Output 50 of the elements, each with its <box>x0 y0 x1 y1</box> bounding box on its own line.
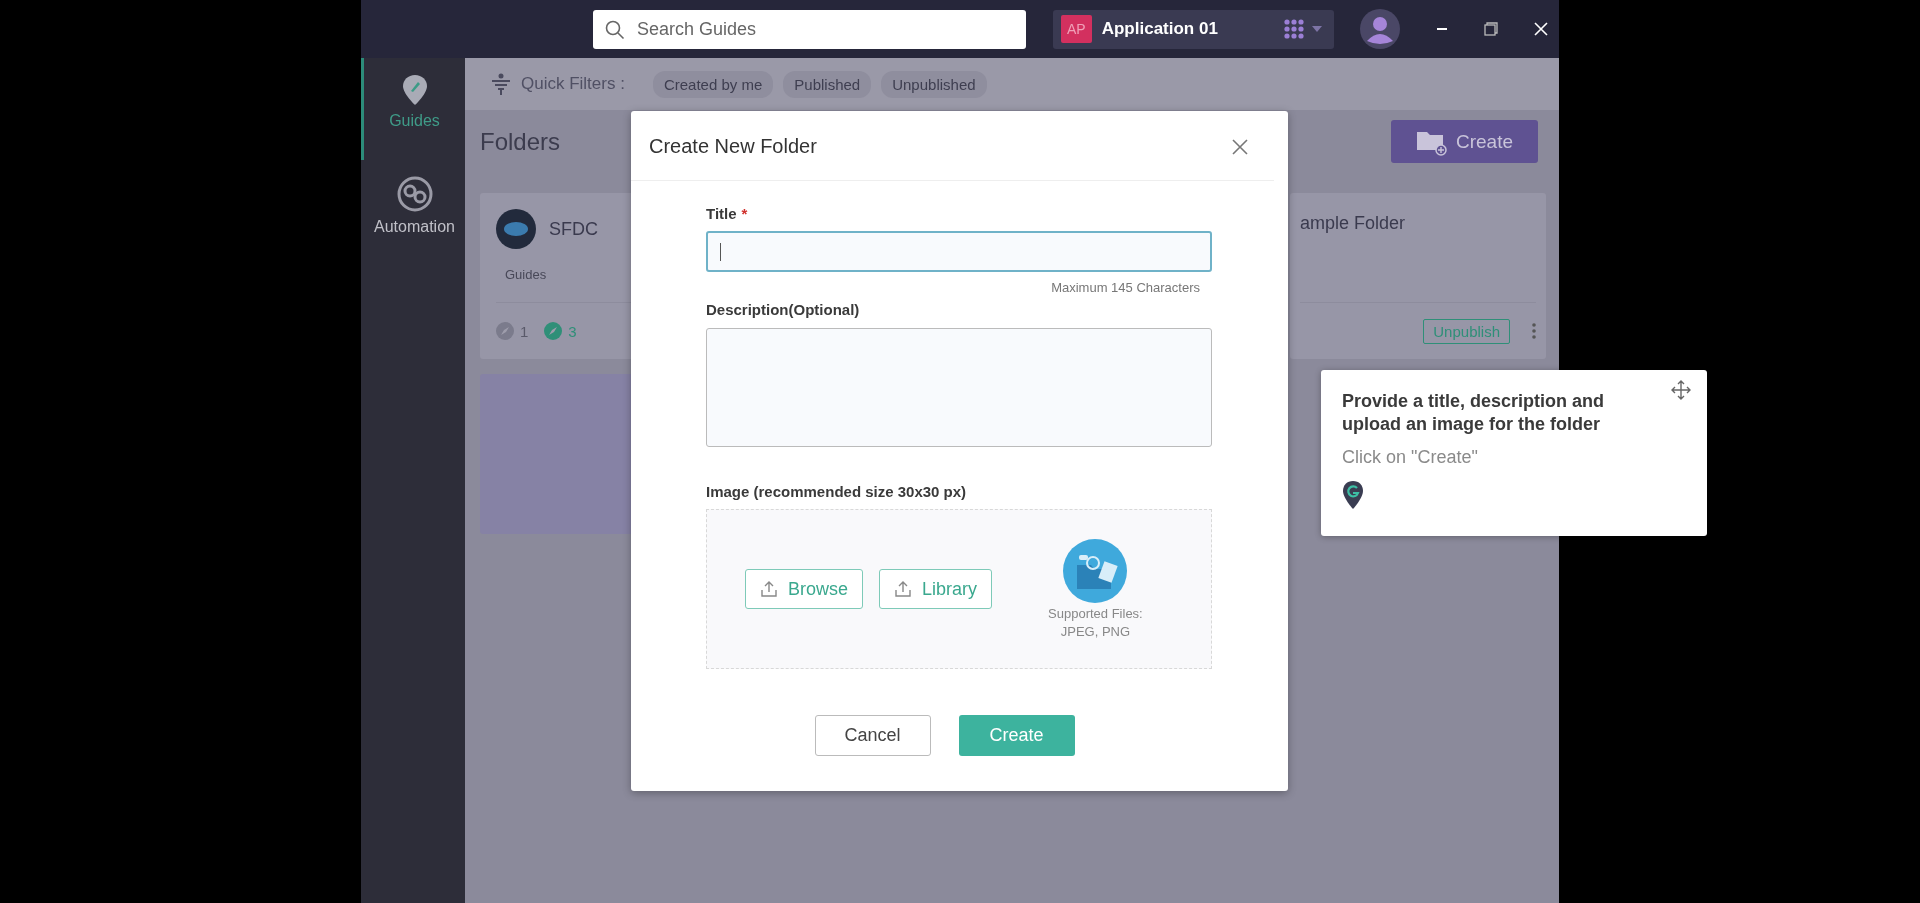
filter-chip[interactable]: Unpublished <box>881 70 987 98</box>
kebab-menu-icon[interactable] <box>1532 323 1536 339</box>
supported-files-text: Supported Files: <box>1048 606 1143 621</box>
pin-icon <box>401 74 428 106</box>
upload-icon <box>894 580 913 598</box>
create-button[interactable]: Create <box>958 715 1075 756</box>
required-mark: * <box>741 205 748 222</box>
folder-name: SFDC <box>549 218 598 240</box>
folder-illustration <box>1063 539 1128 603</box>
cancel-button[interactable]: Cancel <box>814 715 931 756</box>
field-label: Title <box>706 205 737 222</box>
description-field[interactable] <box>706 328 1212 447</box>
avatar-icon[interactable] <box>1360 9 1400 49</box>
field-label: Image (recommended size 30x30 px) <box>706 483 968 500</box>
move-icon[interactable] <box>1671 380 1691 400</box>
filter-chip[interactable]: Published <box>783 70 872 98</box>
guide-count: 1 <box>520 322 529 340</box>
field-label: Description(Optional) <box>706 301 860 318</box>
supported-files-text: JPEG, PNG <box>1060 624 1131 639</box>
restore-icon[interactable] <box>1484 22 1498 36</box>
pin-logo-icon <box>1342 480 1364 510</box>
dialog-title: Create New Folder <box>649 135 817 158</box>
folder-card[interactable]: ample Folder Unpublish <box>1290 193 1546 359</box>
app-badge: AP <box>1061 15 1092 43</box>
compass-icon <box>496 322 514 340</box>
quick-filters-label: Quick Filters : <box>521 74 625 94</box>
compass-icon <box>544 322 563 340</box>
application-selector[interactable]: AP Application 01 <box>1053 9 1334 49</box>
caret-icon <box>1312 26 1322 32</box>
search-field[interactable]: Search Guides <box>593 9 1026 49</box>
folder-subtitle: Guides <box>505 267 548 282</box>
upload-icon <box>760 580 778 598</box>
cloud-logo-icon <box>496 209 536 249</box>
folders-heading: Folders <box>480 127 561 156</box>
image-drop-zone[interactable]: Browse Library Supported Files: JPEG, PNG <box>706 509 1212 669</box>
filter-chip[interactable]: Created by me <box>652 70 774 98</box>
search-icon <box>605 19 625 40</box>
application-name: Application 01 <box>1101 19 1219 39</box>
create-folder-button[interactable]: Create <box>1391 120 1538 163</box>
title-input[interactable] <box>706 231 1212 272</box>
character-limit-hint: Maximum 145 Characters <box>1051 280 1200 295</box>
upload-button[interactable]: Library <box>879 569 993 609</box>
tooltip-heading: Provide a title, description and upload an image for the folder <box>1342 390 1606 436</box>
app-grid-icon <box>1284 19 1306 39</box>
sidebar-item[interactable]: Automation <box>361 160 465 254</box>
guide-count: 3 <box>568 322 577 340</box>
folder-name: ample Folder <box>1300 213 1406 234</box>
filter-icon <box>491 73 511 95</box>
upload-button[interactable]: Browse <box>745 569 864 609</box>
tooltip-instruction: Click on "Create" <box>1342 447 1478 468</box>
